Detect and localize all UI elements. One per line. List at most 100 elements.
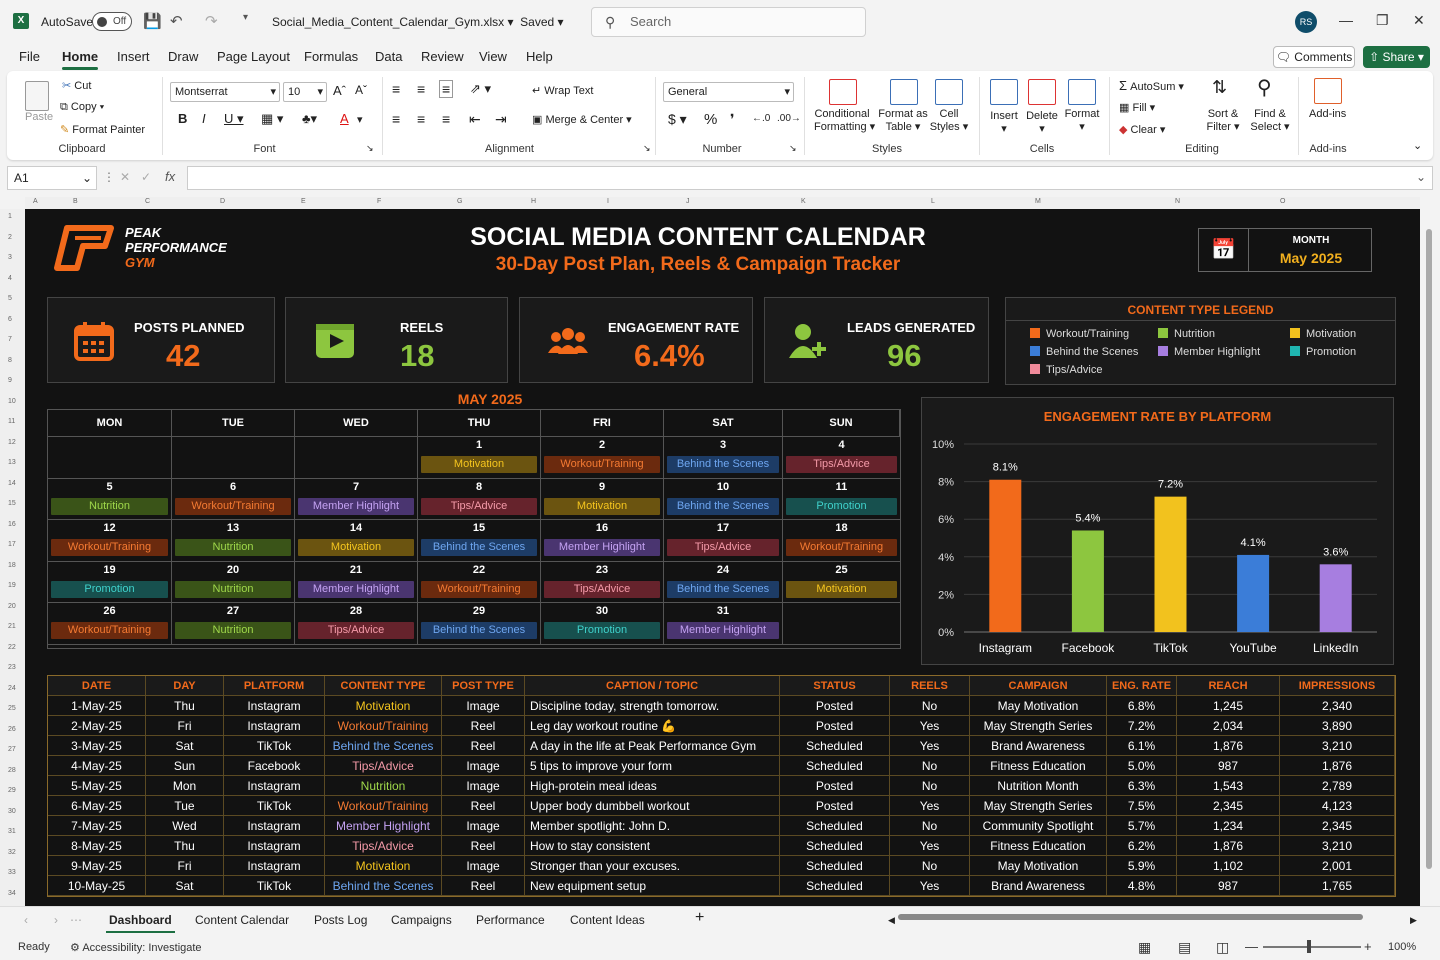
- table-cell[interactable]: No: [890, 776, 970, 796]
- table-cell[interactable]: Posted: [780, 776, 890, 796]
- content-type-tag[interactable]: Member Highlight: [298, 497, 414, 515]
- align-right-icon[interactable]: ≡: [442, 111, 450, 127]
- column-header-label[interactable]: G: [457, 198, 462, 205]
- table-cell[interactable]: 1,102: [1177, 856, 1280, 876]
- expand-formula-icon[interactable]: ⌄: [1416, 170, 1426, 184]
- menu-view[interactable]: View: [479, 49, 507, 64]
- zoom-level[interactable]: 100%: [1388, 941, 1416, 953]
- tab-performance[interactable]: Performance: [476, 913, 545, 927]
- calendar-day-cell[interactable]: 18 Workout/Training: [783, 520, 900, 562]
- table-cell[interactable]: No: [890, 696, 970, 716]
- table-cell[interactable]: Stronger than your excuses.: [525, 856, 780, 876]
- column-header[interactable]: REACH: [1177, 676, 1280, 696]
- table-cell[interactable]: 2,034: [1177, 716, 1280, 736]
- addins-button[interactable]: Add-ins: [1309, 108, 1346, 120]
- font-name-select[interactable]: Montserrat ▾: [170, 82, 280, 102]
- table-cell[interactable]: Workout/Training: [325, 716, 442, 736]
- table-cell[interactable]: Yes: [890, 836, 970, 856]
- table-cell[interactable]: 10-May-25: [48, 876, 146, 896]
- content-type-tag[interactable]: Nutrition: [51, 497, 168, 515]
- calendar-day-cell[interactable]: 21 Member Highlight: [295, 561, 418, 604]
- fill-color-icon[interactable]: ♣▾: [302, 111, 317, 127]
- table-cell[interactable]: Instagram: [224, 856, 325, 876]
- table-cell[interactable]: Instagram: [224, 816, 325, 836]
- currency-icon[interactable]: $ ▾: [668, 111, 687, 128]
- table-cell[interactable]: 2-May-25: [48, 716, 146, 736]
- table-cell[interactable]: 1,876: [1177, 836, 1280, 856]
- table-cell[interactable]: Instagram: [224, 836, 325, 856]
- content-type-tag[interactable]: Member Highlight: [544, 539, 660, 557]
- table-cell[interactable]: Posted: [780, 716, 890, 736]
- table-cell[interactable]: TikTok: [224, 736, 325, 756]
- table-row[interactable]: 1-May-25 Thu Instagram Motivation Image Disci…: [48, 696, 1395, 716]
- align-middle-icon[interactable]: ≡: [417, 81, 425, 97]
- table-cell[interactable]: Nutrition: [325, 776, 442, 796]
- more-sheets-icon[interactable]: ⋯: [70, 913, 82, 927]
- cell-styles-icon[interactable]: [935, 79, 963, 105]
- table-cell[interactable]: TikTok: [224, 796, 325, 816]
- calendar-day-cell[interactable]: 16 Member Highlight: [541, 520, 664, 562]
- tab-content-calendar[interactable]: Content Calendar: [195, 913, 289, 927]
- table-cell[interactable]: No: [890, 856, 970, 876]
- delete-cells-icon[interactable]: [1028, 79, 1056, 105]
- menu-home[interactable]: Home: [62, 49, 99, 70]
- table-cell[interactable]: Wed: [146, 816, 224, 836]
- calendar-day-cell[interactable]: 24 Behind the Scenes: [664, 561, 783, 604]
- redo-icon[interactable]: ↷: [205, 12, 218, 30]
- table-cell[interactable]: Sun: [146, 756, 224, 776]
- table-cell[interactable]: 6-May-25: [48, 796, 146, 816]
- tab-posts-log[interactable]: Posts Log: [314, 913, 367, 927]
- table-cell[interactable]: Fri: [146, 716, 224, 736]
- format-painter-button[interactable]: ✎ Format Painter: [60, 123, 145, 136]
- table-cell[interactable]: 7.5%: [1107, 796, 1177, 816]
- increase-indent-icon[interactable]: ⇥: [495, 111, 507, 128]
- table-cell[interactable]: A day in the life at Peak Performance Gy…: [525, 736, 780, 756]
- row-header-label[interactable]: 14: [8, 480, 16, 487]
- row-header-label[interactable]: 17: [8, 541, 16, 548]
- content-type-tag[interactable]: Promotion: [786, 497, 897, 515]
- table-cell[interactable]: Tips/Advice: [325, 756, 442, 776]
- content-type-tag[interactable]: Behind the Scenes: [421, 539, 537, 557]
- table-cell[interactable]: 1-May-25: [48, 696, 146, 716]
- row-header-label[interactable]: 31: [8, 828, 16, 835]
- align-left-icon[interactable]: ≡: [392, 111, 400, 127]
- table-cell[interactable]: Workout/Training: [325, 796, 442, 816]
- table-row[interactable]: 3-May-25 Sat TikTok Behind the Scenes Reel A …: [48, 736, 1395, 756]
- calendar-day-cell[interactable]: 29 Behind the Scenes: [418, 603, 541, 645]
- content-type-tag[interactable]: Nutrition: [175, 539, 291, 557]
- find-select-icon[interactable]: ⚲: [1257, 75, 1272, 100]
- row-header-label[interactable]: 21: [8, 623, 16, 630]
- table-cell[interactable]: Mon: [146, 776, 224, 796]
- calendar-day-cell[interactable]: 2 Workout/Training: [541, 437, 664, 479]
- copy-button[interactable]: ⧉ Copy ▾: [60, 101, 104, 114]
- scrollbar-thumb[interactable]: [1426, 229, 1432, 869]
- autosum-button[interactable]: Σ AutoSum ▾: [1119, 78, 1184, 93]
- table-cell[interactable]: Thu: [146, 836, 224, 856]
- table-cell[interactable]: 3,210: [1280, 736, 1395, 756]
- format-button[interactable]: Format ▾: [1064, 108, 1100, 133]
- decrease-font-icon[interactable]: Aˇ: [355, 83, 367, 97]
- table-cell[interactable]: Reel: [442, 836, 525, 856]
- tab-dashboard[interactable]: Dashboard: [106, 913, 175, 933]
- content-type-tag[interactable]: Workout/Training: [421, 580, 537, 598]
- table-row[interactable]: 6-May-25 Tue TikTok Workout/Training Reel Upp…: [48, 796, 1395, 816]
- table-cell[interactable]: Member spotlight: John D.: [525, 816, 780, 836]
- row-header-label[interactable]: 15: [8, 500, 16, 507]
- table-cell[interactable]: Reel: [442, 796, 525, 816]
- calendar-day-cell[interactable]: 17 Tips/Advice: [664, 520, 783, 562]
- decrease-decimal-icon[interactable]: .00→: [777, 113, 801, 124]
- table-cell[interactable]: 3-May-25: [48, 736, 146, 756]
- row-header-label[interactable]: 19: [8, 582, 16, 589]
- table-cell[interactable]: 7.2%: [1107, 716, 1177, 736]
- table-cell[interactable]: 5-May-25: [48, 776, 146, 796]
- table-row[interactable]: 5-May-25 Mon Instagram Nutrition Image High-p…: [48, 776, 1395, 796]
- content-type-tag[interactable]: Tips/Advice: [544, 580, 660, 598]
- vertical-scrollbar[interactable]: [1422, 199, 1436, 906]
- add-sheet-icon[interactable]: +: [695, 909, 704, 927]
- content-type-tag[interactable]: Tips/Advice: [298, 622, 414, 640]
- table-row[interactable]: 4-May-25 Sun Facebook Tips/Advice Image 5 tip…: [48, 756, 1395, 776]
- calendar-day-cell[interactable]: 5 Nutrition: [48, 478, 172, 521]
- cancel-icon[interactable]: ✕: [120, 170, 130, 184]
- horizontal-scrollbar[interactable]: [898, 914, 1363, 920]
- column-header[interactable]: DATE: [48, 676, 146, 696]
